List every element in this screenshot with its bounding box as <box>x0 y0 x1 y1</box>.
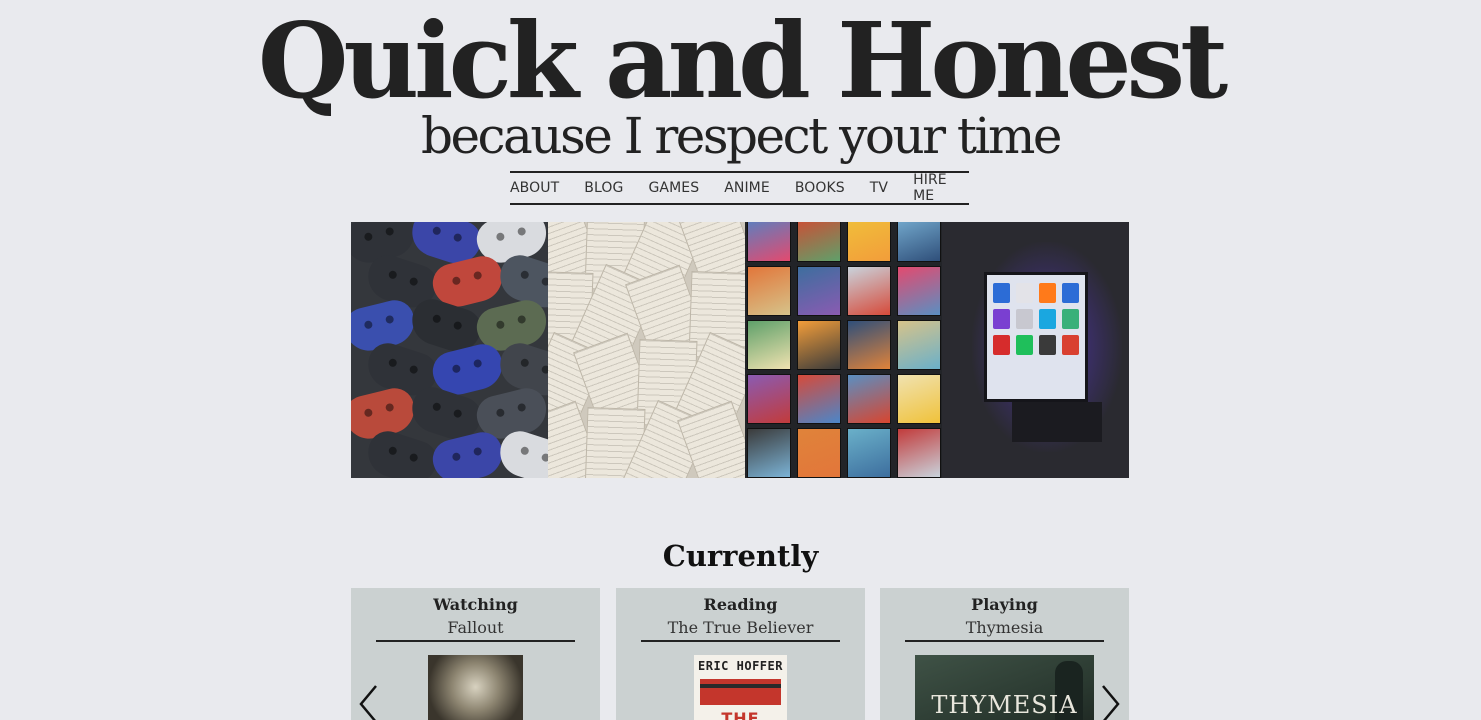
nav-tv[interactable]: TV <box>870 180 888 196</box>
tv-app-tile <box>1039 309 1056 329</box>
card-reading[interactable]: Reading The True Believer ERIC HOFFER TH… <box>616 588 865 720</box>
anime-poster-shape <box>847 222 891 262</box>
currently-heading: Currently <box>662 539 819 573</box>
anime-poster-shape <box>747 374 791 424</box>
anime-poster-shape <box>897 320 941 370</box>
anime-poster-shape <box>897 266 941 316</box>
carousel-next-button[interactable] <box>1099 684 1121 720</box>
nav-hire-me[interactable]: HIRE ME <box>913 172 969 204</box>
anime-poster-shape <box>797 320 841 370</box>
tv-stand <box>1012 402 1102 442</box>
tv-app-tile <box>1039 335 1056 355</box>
cover-red-band <box>700 679 781 705</box>
nav-about[interactable]: ABOUT <box>510 180 559 196</box>
anime-poster-shape <box>897 428 941 478</box>
cover-author: ERIC HOFFER <box>698 659 783 673</box>
card-divider <box>905 640 1104 642</box>
cover-logo: THYMESIA <box>931 691 1078 719</box>
card-watching[interactable]: Watching Fallout <box>351 588 600 720</box>
anime-poster-shape <box>747 428 791 478</box>
hero-tv-image <box>942 222 1129 478</box>
tv-app-tile <box>1016 335 1033 355</box>
card-verb: Reading <box>703 595 778 614</box>
anime-poster-shape <box>797 222 841 262</box>
card-playing[interactable]: Playing Thymesia THYMESIA <box>880 588 1129 720</box>
nav-anime[interactable]: ANIME <box>724 180 770 196</box>
chevron-right-icon <box>1102 685 1120 720</box>
anime-poster-shape <box>897 374 941 424</box>
nav-blog[interactable]: BLOG <box>584 180 623 196</box>
tv-app-tile <box>1016 283 1033 303</box>
tv-app-tile <box>1039 283 1056 303</box>
hero-anime-image <box>745 222 942 478</box>
anime-poster-shape <box>797 374 841 424</box>
card-title[interactable]: Fallout <box>351 617 600 639</box>
cover-subtitle-strip <box>700 684 781 688</box>
tv-screen <box>984 272 1088 402</box>
anime-poster-shape <box>847 428 891 478</box>
tv-app-tile <box>993 283 1010 303</box>
site-tagline: because I respect your time <box>420 107 1063 165</box>
tv-app-tile <box>993 309 1010 329</box>
main-nav: ABOUT BLOG GAMES ANIME BOOKS TV HIRE ME <box>510 171 969 205</box>
tv-app-tile <box>1016 309 1033 329</box>
thymesia-cover-image[interactable]: THYMESIA <box>915 655 1094 720</box>
nav-books[interactable]: BOOKS <box>795 180 845 196</box>
tv-app-tile <box>993 335 1010 355</box>
anime-poster-shape <box>797 266 841 316</box>
carousel-prev-button[interactable] <box>358 684 380 720</box>
nav-games[interactable]: GAMES <box>648 180 699 196</box>
anime-poster-shape <box>897 222 941 262</box>
anime-poster-shape <box>797 428 841 478</box>
tv-app-tile <box>1062 283 1079 303</box>
anime-poster-shape <box>847 266 891 316</box>
card-divider <box>376 640 575 642</box>
anime-poster-shape <box>747 222 791 262</box>
true-believer-cover-image[interactable]: ERIC HOFFER THE TRUE <box>694 655 787 720</box>
hero-books-image <box>548 222 745 478</box>
fallout-cover-image[interactable] <box>428 655 523 720</box>
anime-poster-shape <box>847 374 891 424</box>
tv-app-tile <box>1062 309 1079 329</box>
anime-poster-shape <box>847 320 891 370</box>
hero-games-image <box>351 222 548 478</box>
chevron-left-icon <box>359 685 377 720</box>
card-title[interactable]: Thymesia <box>880 617 1129 639</box>
site-title: Quick and Honest <box>257 0 1228 122</box>
card-title[interactable]: The True Believer <box>616 617 865 639</box>
card-divider <box>641 640 840 642</box>
cover-title: THE TRUE <box>721 709 760 720</box>
tv-app-tile <box>1062 335 1079 355</box>
anime-poster-shape <box>747 320 791 370</box>
anime-poster-shape <box>747 266 791 316</box>
hero-banner <box>351 222 1129 478</box>
card-verb: Watching <box>433 595 518 614</box>
card-verb: Playing <box>971 595 1038 614</box>
